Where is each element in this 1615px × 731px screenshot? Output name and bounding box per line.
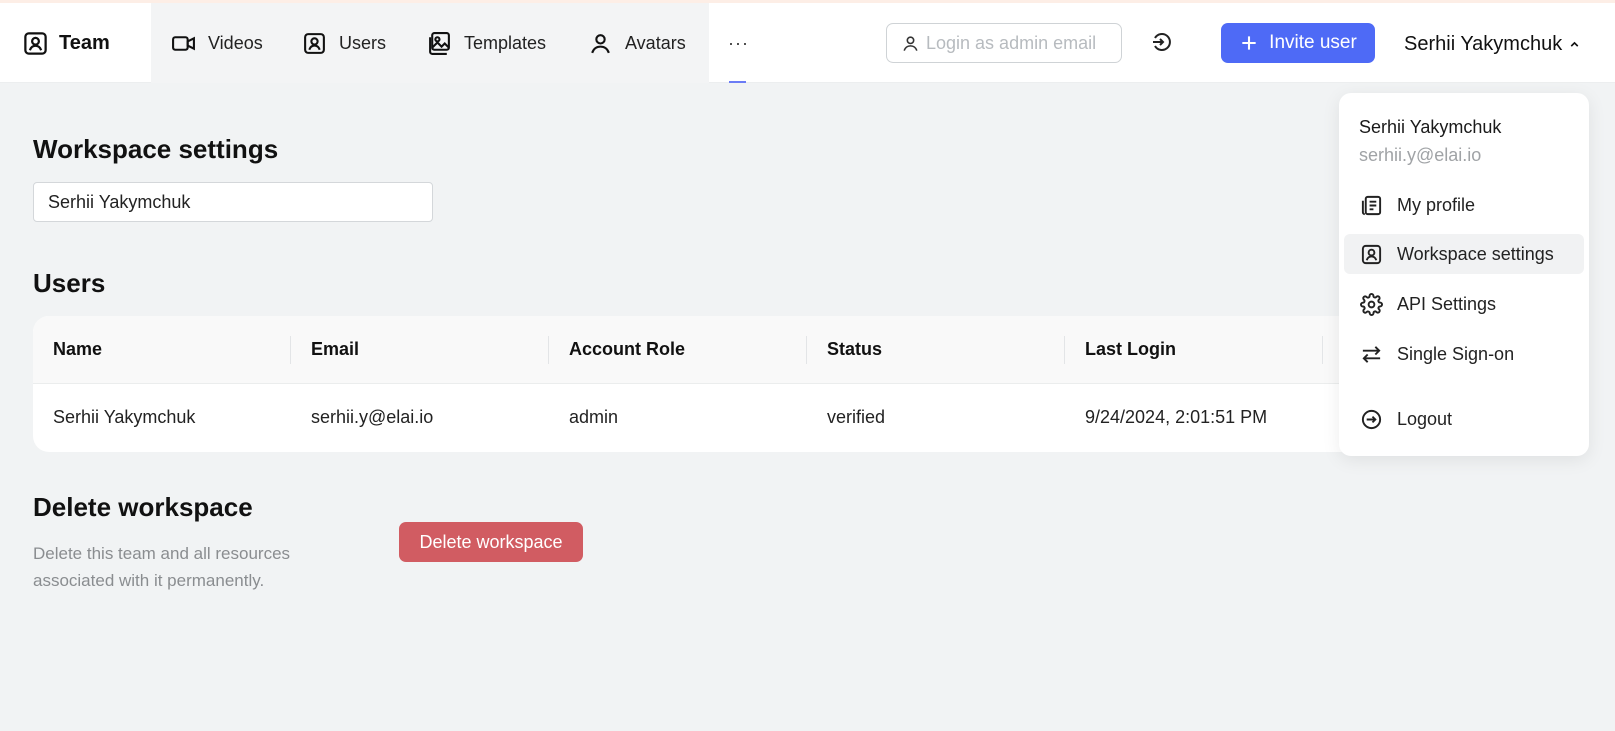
delete-workspace-button[interactable]: Delete workspace [399,522,583,562]
user-icon [903,35,918,51]
nav-item-videos[interactable]: Videos [171,27,263,59]
login-arrow-icon [1153,33,1171,51]
menu-item-logout[interactable]: Logout [1344,399,1584,439]
table-row[interactable]: Serhii Yakymchuk serhii.y@elai.io admin … [33,384,1363,451]
menu-item-workspace-settings[interactable]: Workspace settings [1344,234,1584,274]
user-dropdown-menu: Serhii Yakymchuk serhii.y@elai.io My pro… [1339,93,1589,456]
team-icon [24,31,47,55]
column-header: Last Login [1065,316,1323,383]
table-cell: 9/24/2024, 2:01:51 PM [1085,407,1268,427]
user-menu-toggle[interactable]: Serhii Yakymchuk [1404,27,1581,61]
nav-more-button[interactable]: ··· [728,27,749,59]
table-cell: serhii.y@elai.io [311,407,434,427]
menu-item-my-profile[interactable]: My profile [1344,185,1584,225]
table-cell: verified [827,407,886,427]
chevron-up-icon [1570,41,1579,47]
menu-item-label: Logout [1397,408,1453,429]
team-label: Team [59,31,110,54]
nav-item-label: Templates [464,32,547,53]
delete-workspace-title: Delete workspace [33,492,253,522]
invite-user-button[interactable]: Invite user [1221,23,1375,63]
gear-icon [1360,292,1383,316]
table-header: Name Email Account Role Status Last Logi… [33,316,1363,384]
team-logo[interactable]: Team [22,27,110,59]
table-cell: Serhii Yakymchuk [53,407,196,427]
profile-icon [1361,195,1382,215]
dropdown-user-name: Serhii Yakymchuk [1359,117,1502,137]
table-cell: admin [569,407,619,427]
menu-item-label: My profile [1397,194,1476,215]
nav-item-avatars[interactable]: Avatars [588,27,686,59]
admin-login-search[interactable] [886,23,1122,63]
logout-icon [1361,409,1382,429]
column-header: Name [33,316,291,383]
workspace-icon [1361,244,1382,264]
nav-active-indicator [729,81,746,83]
menu-item-label: API Settings [1397,293,1497,314]
menu-item-label: Workspace settings [1397,243,1554,264]
menu-item-label: Single Sign-on [1397,343,1515,364]
swap-arrows-icon [1362,345,1381,363]
users-icon [304,32,325,54]
user-name: Serhii Yakymchuk [1404,32,1563,55]
column-header: Account Role [549,316,807,383]
nav-item-templates[interactable]: Templates [427,27,546,59]
nav-item-users[interactable]: Users [302,27,386,59]
plus-icon [1242,36,1256,50]
menu-item-api-settings[interactable]: API Settings [1344,284,1584,324]
users-table: Name Email Account Role Status Last Logi… [33,316,1363,452]
menu-item-single-sign-on[interactable]: Single Sign-on [1344,334,1584,374]
workspace-settings-title: Workspace settings [33,134,279,164]
column-header: Status [807,316,1065,383]
nav-item-label: Users [339,32,387,53]
column-header: Email [291,316,549,383]
workspace-name-input[interactable] [33,182,433,222]
avatar-icon [591,33,610,53]
video-icon [172,35,195,51]
invite-user-label: Invite user [1269,32,1357,53]
users-title: Users [33,268,106,298]
templates-icon [429,31,450,55]
delete-workspace-description: Delete this team and all resources assoc… [33,544,291,590]
nav-item-label: Avatars [625,32,686,53]
top-header: Team Videos Users Templates Avatars ··· … [0,3,1615,83]
login-as-button[interactable] [1148,28,1176,56]
dropdown-user-email: serhii.y@elai.io [1359,145,1482,165]
nav-item-label: Videos [208,32,263,53]
admin-email-input[interactable] [926,32,1116,54]
